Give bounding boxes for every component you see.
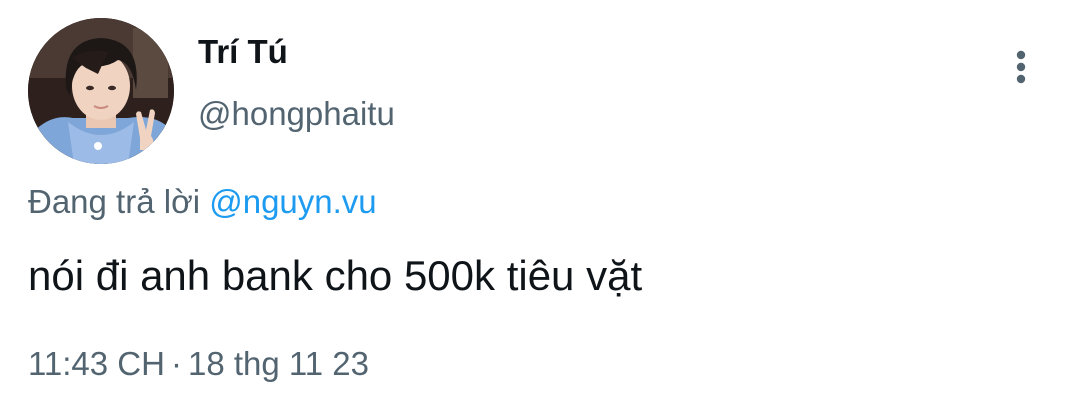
tweet-time: 11:43 CH [28,345,165,382]
avatar-photo [28,18,174,164]
more-options-button[interactable] [1000,44,1042,90]
tweet-detail: Trí Tú @hongphaitu Đang trả lời @nguyn.v… [0,0,1080,410]
tweet-date: 18 thg 11 23 [187,345,370,382]
reply-handle-link[interactable]: @nguyn.vu [209,183,376,220]
user-handle[interactable]: @hongphaitu [198,92,395,136]
more-vertical-icon [1016,50,1026,84]
avatar[interactable] [28,18,174,164]
replying-to-label: Đang trả lời [28,183,201,220]
tweet-text: nói đi anh bank cho 500k tiêu vặt [28,252,643,299]
replying-to: Đang trả lời @nguyn.vu [28,180,377,224]
tweet-timestamp[interactable]: 11:43 CH · 18 thg 11 23 [28,342,369,386]
meta-separator: · [170,345,182,382]
display-name[interactable]: Trí Tú [198,30,288,74]
